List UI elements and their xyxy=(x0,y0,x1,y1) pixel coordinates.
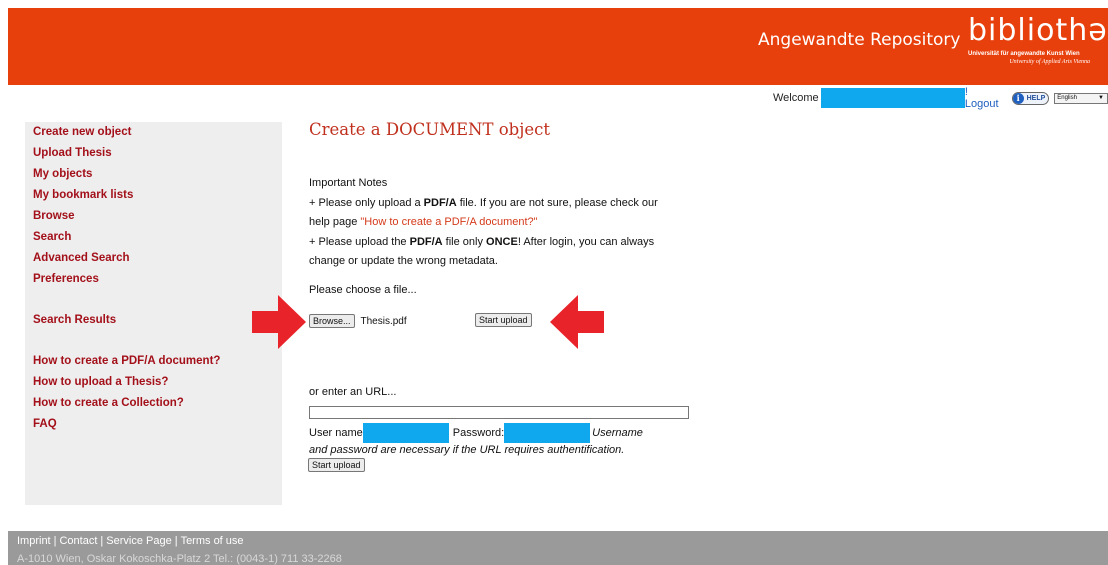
sidebar-item-create-new-object[interactable]: Create new object xyxy=(25,122,282,143)
footer-link-service-page[interactable]: Service Page xyxy=(106,535,171,547)
note-bold: PDF/A xyxy=(409,235,443,248)
user-bar: Welcome ! Logout i HELP English ▼ xyxy=(773,86,1108,110)
sidebar-item-browse[interactable]: Browse xyxy=(25,206,282,227)
note-text: help page xyxy=(309,216,361,228)
redacted-username xyxy=(820,88,965,108)
info-icon: i xyxy=(1012,92,1024,104)
logo-wordmark: bibliothək xyxy=(968,13,1108,48)
footer-links: Imprint | Contact | Service Page | Terms of us… xyxy=(17,535,244,547)
sidebar-item-preferences[interactable]: Preferences xyxy=(25,269,282,290)
note-line-4: change or update the wrong metadata. xyxy=(309,255,498,267)
site-footer: Imprint | Contact | Service Page | Terms of us… xyxy=(8,531,1108,565)
note-line-3: + Please upload the PDF/A file only ONCE… xyxy=(309,233,709,253)
sidebar-item-faq[interactable]: FAQ xyxy=(25,414,282,435)
footer-separator: | xyxy=(174,535,178,547)
sidebar-item-upload-thesis[interactable]: Upload Thesis xyxy=(25,143,282,164)
auth-note-continued: and password are necessary if the URL re… xyxy=(309,444,625,456)
sidebar-item-collection-howto[interactable]: How to create a Collection? xyxy=(25,393,282,414)
logo-subtitle-de: Universität für angewandte Kunst Wien xyxy=(968,51,1080,57)
note-text: ! After login, you can always xyxy=(517,235,655,248)
note-line-1: + Please only upload a PDF/A file. If yo… xyxy=(309,194,709,214)
or-url-label: or enter an URL... xyxy=(309,386,397,398)
language-value: English xyxy=(1057,94,1077,101)
arrow-left-icon xyxy=(550,295,604,349)
bibliothek-logo[interactable]: bibliothək Universität für angewandte Ku… xyxy=(968,14,1108,66)
sidebar-item-upload-thesis-howto[interactable]: How to upload a Thesis? xyxy=(25,372,282,393)
arrow-right-icon xyxy=(252,295,306,349)
start-upload-button[interactable]: Start upload xyxy=(475,313,532,327)
sidebar-item-search-results[interactable]: Search Results xyxy=(25,310,282,331)
sidebar-item-advanced-search[interactable]: Advanced Search xyxy=(25,248,282,269)
note-line-2: help page "How to create a PDF/A documen… xyxy=(309,213,709,233)
important-notes: Important Notes + Please only upload a P… xyxy=(309,174,709,272)
browse-button[interactable]: Browse... xyxy=(309,314,355,328)
auth-note: Username xyxy=(592,427,643,439)
footer-address: A-1010 Wien, Oskar Kokoschka-Platz 2 Tel… xyxy=(17,553,342,565)
footer-link-imprint[interactable]: Imprint xyxy=(17,535,51,547)
footer-separator: | xyxy=(53,535,57,547)
top-white-strip xyxy=(0,0,1108,8)
language-select[interactable]: English ▼ xyxy=(1054,92,1108,104)
footer-link-terms[interactable]: Terms of use xyxy=(181,535,244,547)
sidebar-item-my-objects[interactable]: My objects xyxy=(25,164,282,185)
username-label: User name xyxy=(309,427,363,439)
url-input[interactable] xyxy=(309,406,689,419)
selected-filename: Thesis.pdf xyxy=(360,315,407,327)
note-text: + Please only upload a xyxy=(309,196,424,209)
page-title: Create a DOCUMENT object xyxy=(309,120,550,139)
start-upload-url-button[interactable]: Start upload xyxy=(308,458,365,472)
logout-link[interactable]: ! Logout xyxy=(965,86,1004,110)
sidebar-item-search[interactable]: Search xyxy=(25,227,282,248)
repository-title[interactable]: Angewandte Repository xyxy=(758,30,960,50)
note-bold: PDF/A xyxy=(423,196,457,209)
username-input[interactable] xyxy=(362,423,449,443)
note-text: + Please upload the xyxy=(309,235,410,248)
sidebar-nav: Create new object Upload Thesis My objec… xyxy=(25,122,282,505)
auth-row: User name Password: Username xyxy=(309,423,643,443)
help-label: HELP xyxy=(1026,94,1046,102)
chevron-down-icon: ▼ xyxy=(1098,94,1104,101)
logo-subtitle-en: University of Applied Arts Vienna xyxy=(1009,59,1090,65)
note-text: file only xyxy=(442,235,487,248)
sidebar-item-my-bookmark-lists[interactable]: My bookmark lists xyxy=(25,185,282,206)
note-text: file. If you are not sure, please check … xyxy=(456,196,658,209)
footer-separator: | xyxy=(100,535,104,547)
notes-heading: Important Notes xyxy=(309,177,388,189)
welcome-label: Welcome xyxy=(773,92,819,104)
site-header: Angewandte Repository bibliothək Univers… xyxy=(8,8,1108,85)
note-bold: ONCE xyxy=(486,235,518,248)
pdfa-help-link[interactable]: "How to create a PDF/A document?" xyxy=(360,216,537,228)
password-input[interactable] xyxy=(504,423,591,443)
choose-file-label: Please choose a file... xyxy=(309,284,417,296)
file-picker-row: Browse... Thesis.pdf xyxy=(309,314,407,328)
sidebar-item-pdfa-howto[interactable]: How to create a PDF/A document? xyxy=(25,351,282,372)
help-button[interactable]: i HELP xyxy=(1011,91,1050,105)
password-label: Password: xyxy=(452,427,505,439)
footer-link-contact[interactable]: Contact xyxy=(59,535,97,547)
